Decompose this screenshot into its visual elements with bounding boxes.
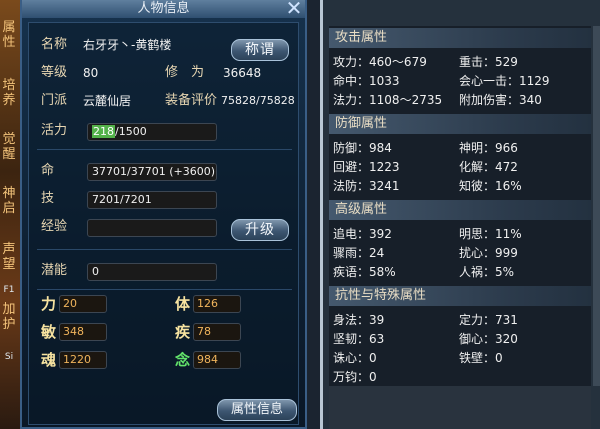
scrollbar[interactable]: [593, 26, 600, 386]
attr-row: 坚韧：63: [333, 332, 385, 346]
attr-row: 防御：984: [333, 141, 392, 155]
side-hotkey-label: F1: [3, 285, 15, 295]
vitality-current: 218: [92, 125, 115, 138]
stat-value-strength: 20: [59, 295, 107, 313]
section-header-attack: 攻击属性: [329, 28, 591, 48]
side-tab-awakening[interactable]: 觉醒: [0, 132, 18, 162]
attr-row: 定力：731: [459, 313, 518, 327]
sect-label: 门派: [41, 93, 68, 108]
vitality-field: 218/1500: [87, 123, 217, 141]
vitality-label: 活力: [41, 123, 68, 138]
potential-field: 0: [87, 263, 217, 281]
stat-value-speed: 78: [193, 323, 241, 341]
panel-title: 人物信息: [22, 0, 305, 18]
side-tab-strip: 属性 培养 觉醒 神启 声望 F1 加护 Si: [0, 0, 20, 429]
attr-row: 附加伤害：340: [459, 93, 542, 107]
attr-row: 疾语：58%: [333, 265, 396, 279]
attr-row: 化解：472: [459, 160, 518, 174]
equip-rating-value: 75828/75828: [221, 94, 295, 107]
stat-label-agility: 敏: [41, 323, 57, 341]
attr-row: 追电：392: [333, 227, 392, 241]
attr-row: 重击：529: [459, 55, 518, 69]
attr-row: 御心：320: [459, 332, 518, 346]
attr-row: 攻力：460～679: [333, 55, 427, 69]
side-tab-attributes[interactable]: 属性: [0, 20, 18, 50]
side-tab-training[interactable]: 培养: [0, 78, 18, 108]
section-header-resistance: 抗性与特殊属性: [329, 286, 591, 306]
stat-label-mind: 念: [175, 351, 191, 369]
attr-row: 法力：1108～2735: [333, 93, 443, 107]
attr-row: 铁壁：0: [459, 351, 503, 365]
attr-row: 神明：966: [459, 141, 518, 155]
section-header-defense: 防御属性: [329, 114, 591, 134]
life-field: 37701/37701 (+3600): [87, 163, 217, 181]
divider: [37, 289, 292, 290]
level-label: 等级: [41, 65, 68, 80]
upgrade-button[interactable]: 升级: [231, 219, 289, 241]
panel-footer: [329, 386, 591, 429]
attr-row: 人祸：5%: [459, 265, 515, 279]
level-value: 80: [83, 66, 99, 80]
attribute-detail-panel: 攻击属性 攻力：460～679 重击：529 命中：1033 会心一击：1129…: [320, 0, 600, 429]
attr-row: 骤雨：24: [333, 246, 385, 260]
side-tab-reputation[interactable]: 声望: [0, 242, 18, 272]
attr-row: 会心一击：1129: [459, 74, 550, 88]
stat-label-speed: 疾: [175, 323, 191, 341]
attr-row: 诛心：0: [333, 351, 377, 365]
section-header-advanced: 高级属性: [329, 200, 591, 220]
cultivation-label: 修 为: [165, 65, 205, 80]
attr-row: 明思：11%: [459, 227, 522, 241]
title-button[interactable]: 称谓: [231, 39, 289, 61]
side-tab-protection[interactable]: 加护: [0, 302, 18, 332]
divider: [37, 149, 292, 150]
character-info-body: 名称 右牙牙丶-黄鹤楼 称谓 等级 80 修 为 36648 门派 云麓仙居 装…: [28, 22, 299, 425]
life-label: 命: [41, 163, 55, 178]
stat-value-soul: 1220: [59, 351, 107, 369]
stat-value-constitution: 126: [193, 295, 241, 313]
attr-row: 知彼：16%: [459, 179, 522, 193]
stat-value-mind: 984: [193, 351, 241, 369]
potential-label: 潜能: [41, 263, 68, 278]
attr-row: 扰心：999: [459, 246, 518, 260]
exp-field: [87, 219, 217, 237]
attr-row: 回避：1223: [333, 160, 400, 174]
side-misc-label: Si: [4, 352, 14, 362]
stat-label-constitution: 体: [175, 295, 191, 313]
stat-label-soul: 魂: [41, 351, 57, 369]
attr-row: 万钧：0: [333, 370, 377, 384]
attribute-info-button[interactable]: 属性信息: [217, 399, 297, 421]
character-info-panel: 人物信息 ✕ 名称 右牙牙丶-黄鹤楼 称谓 等级 80 修 为 36648 门派…: [20, 0, 307, 429]
close-icon[interactable]: ✕: [285, 0, 303, 18]
name-value: 右牙牙丶-黄鹤楼: [83, 38, 172, 52]
vitality-max: /1500: [115, 125, 147, 138]
attr-row: 身法：39: [333, 313, 385, 327]
skill-label: 技: [41, 191, 55, 206]
stat-label-strength: 力: [41, 295, 57, 313]
divider: [37, 249, 292, 250]
name-label: 名称: [41, 37, 68, 52]
sect-value: 云麓仙居: [83, 94, 132, 108]
attr-row: 法防：3241: [333, 179, 400, 193]
exp-label: 经验: [41, 219, 68, 234]
skill-field: 7201/7201: [87, 191, 217, 209]
side-tab-divine[interactable]: 神启: [0, 186, 18, 216]
stat-value-agility: 348: [59, 323, 107, 341]
equip-rating-label: 装备评价: [165, 93, 218, 108]
attr-row: 命中：1033: [333, 74, 400, 88]
cultivation-value: 36648: [223, 66, 262, 80]
